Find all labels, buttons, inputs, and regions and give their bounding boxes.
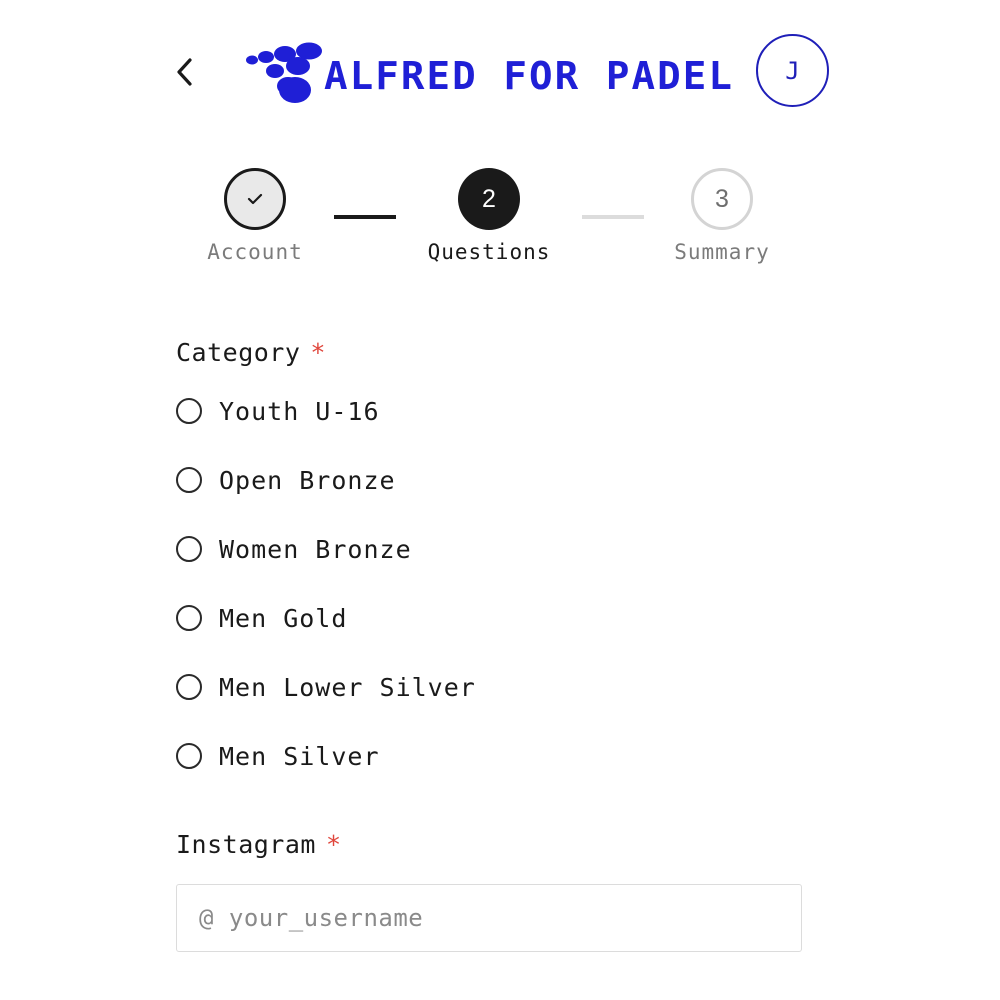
step-summary[interactable]: 3 Summary — [632, 168, 812, 264]
page: ALFRED FOR PADEL J Account 2 Questions 3… — [0, 0, 1000, 1000]
radio-label: Women Bronze — [219, 534, 412, 564]
category-radio-group: Youth U-16 Open Bronze Women Bronze Men … — [176, 394, 476, 808]
radio-option-men-gold[interactable]: Men Gold — [176, 601, 476, 635]
required-indicator: * — [325, 830, 342, 859]
step-circle-completed — [224, 168, 286, 230]
radio-button[interactable] — [176, 536, 202, 562]
radio-button[interactable] — [176, 398, 202, 424]
step-account[interactable]: Account — [165, 168, 345, 264]
step-label: Account — [207, 240, 303, 264]
radio-label: Youth U-16 — [219, 396, 380, 426]
required-indicator: * — [310, 338, 326, 367]
category-label: Category * — [176, 338, 326, 367]
radio-label: Men Silver — [219, 741, 380, 771]
radio-option-men-lower-silver[interactable]: Men Lower Silver — [176, 670, 476, 704]
radio-option-open-bronze[interactable]: Open Bronze — [176, 463, 476, 497]
logo: ALFRED FOR PADEL — [242, 42, 742, 104]
radio-label: Men Gold — [219, 603, 348, 633]
radio-button[interactable] — [176, 467, 202, 493]
step-connector-complete — [334, 215, 396, 219]
instagram-label: Instagram * — [176, 830, 342, 859]
back-button[interactable] — [162, 50, 206, 94]
radio-option-women-bronze[interactable]: Women Bronze — [176, 532, 476, 566]
avatar[interactable]: J — [756, 34, 829, 107]
step-number: 3 — [691, 168, 753, 230]
instagram-label-text: Instagram — [176, 830, 316, 859]
radio-button[interactable] — [176, 605, 202, 631]
step-questions[interactable]: 2 Questions — [399, 168, 579, 264]
check-icon — [247, 193, 263, 205]
logo-text: ALFRED FOR PADEL — [324, 54, 734, 98]
step-number: 2 — [458, 168, 520, 230]
category-label-text: Category — [176, 338, 301, 367]
radio-button[interactable] — [176, 743, 202, 769]
radio-label: Men Lower Silver — [219, 672, 476, 702]
radio-label: Open Bronze — [219, 465, 396, 495]
padel-balls-logo-icon: ALFRED FOR PADEL — [246, 42, 734, 103]
chevron-left-icon — [177, 58, 192, 86]
instagram-input[interactable] — [176, 884, 802, 952]
avatar-initial: J — [785, 56, 800, 85]
radio-button[interactable] — [176, 674, 202, 700]
radio-option-youth-u16[interactable]: Youth U-16 — [176, 394, 476, 428]
step-label: Questions — [427, 240, 551, 264]
radio-option-men-silver[interactable]: Men Silver — [176, 739, 476, 773]
step-label: Summary — [674, 240, 770, 264]
